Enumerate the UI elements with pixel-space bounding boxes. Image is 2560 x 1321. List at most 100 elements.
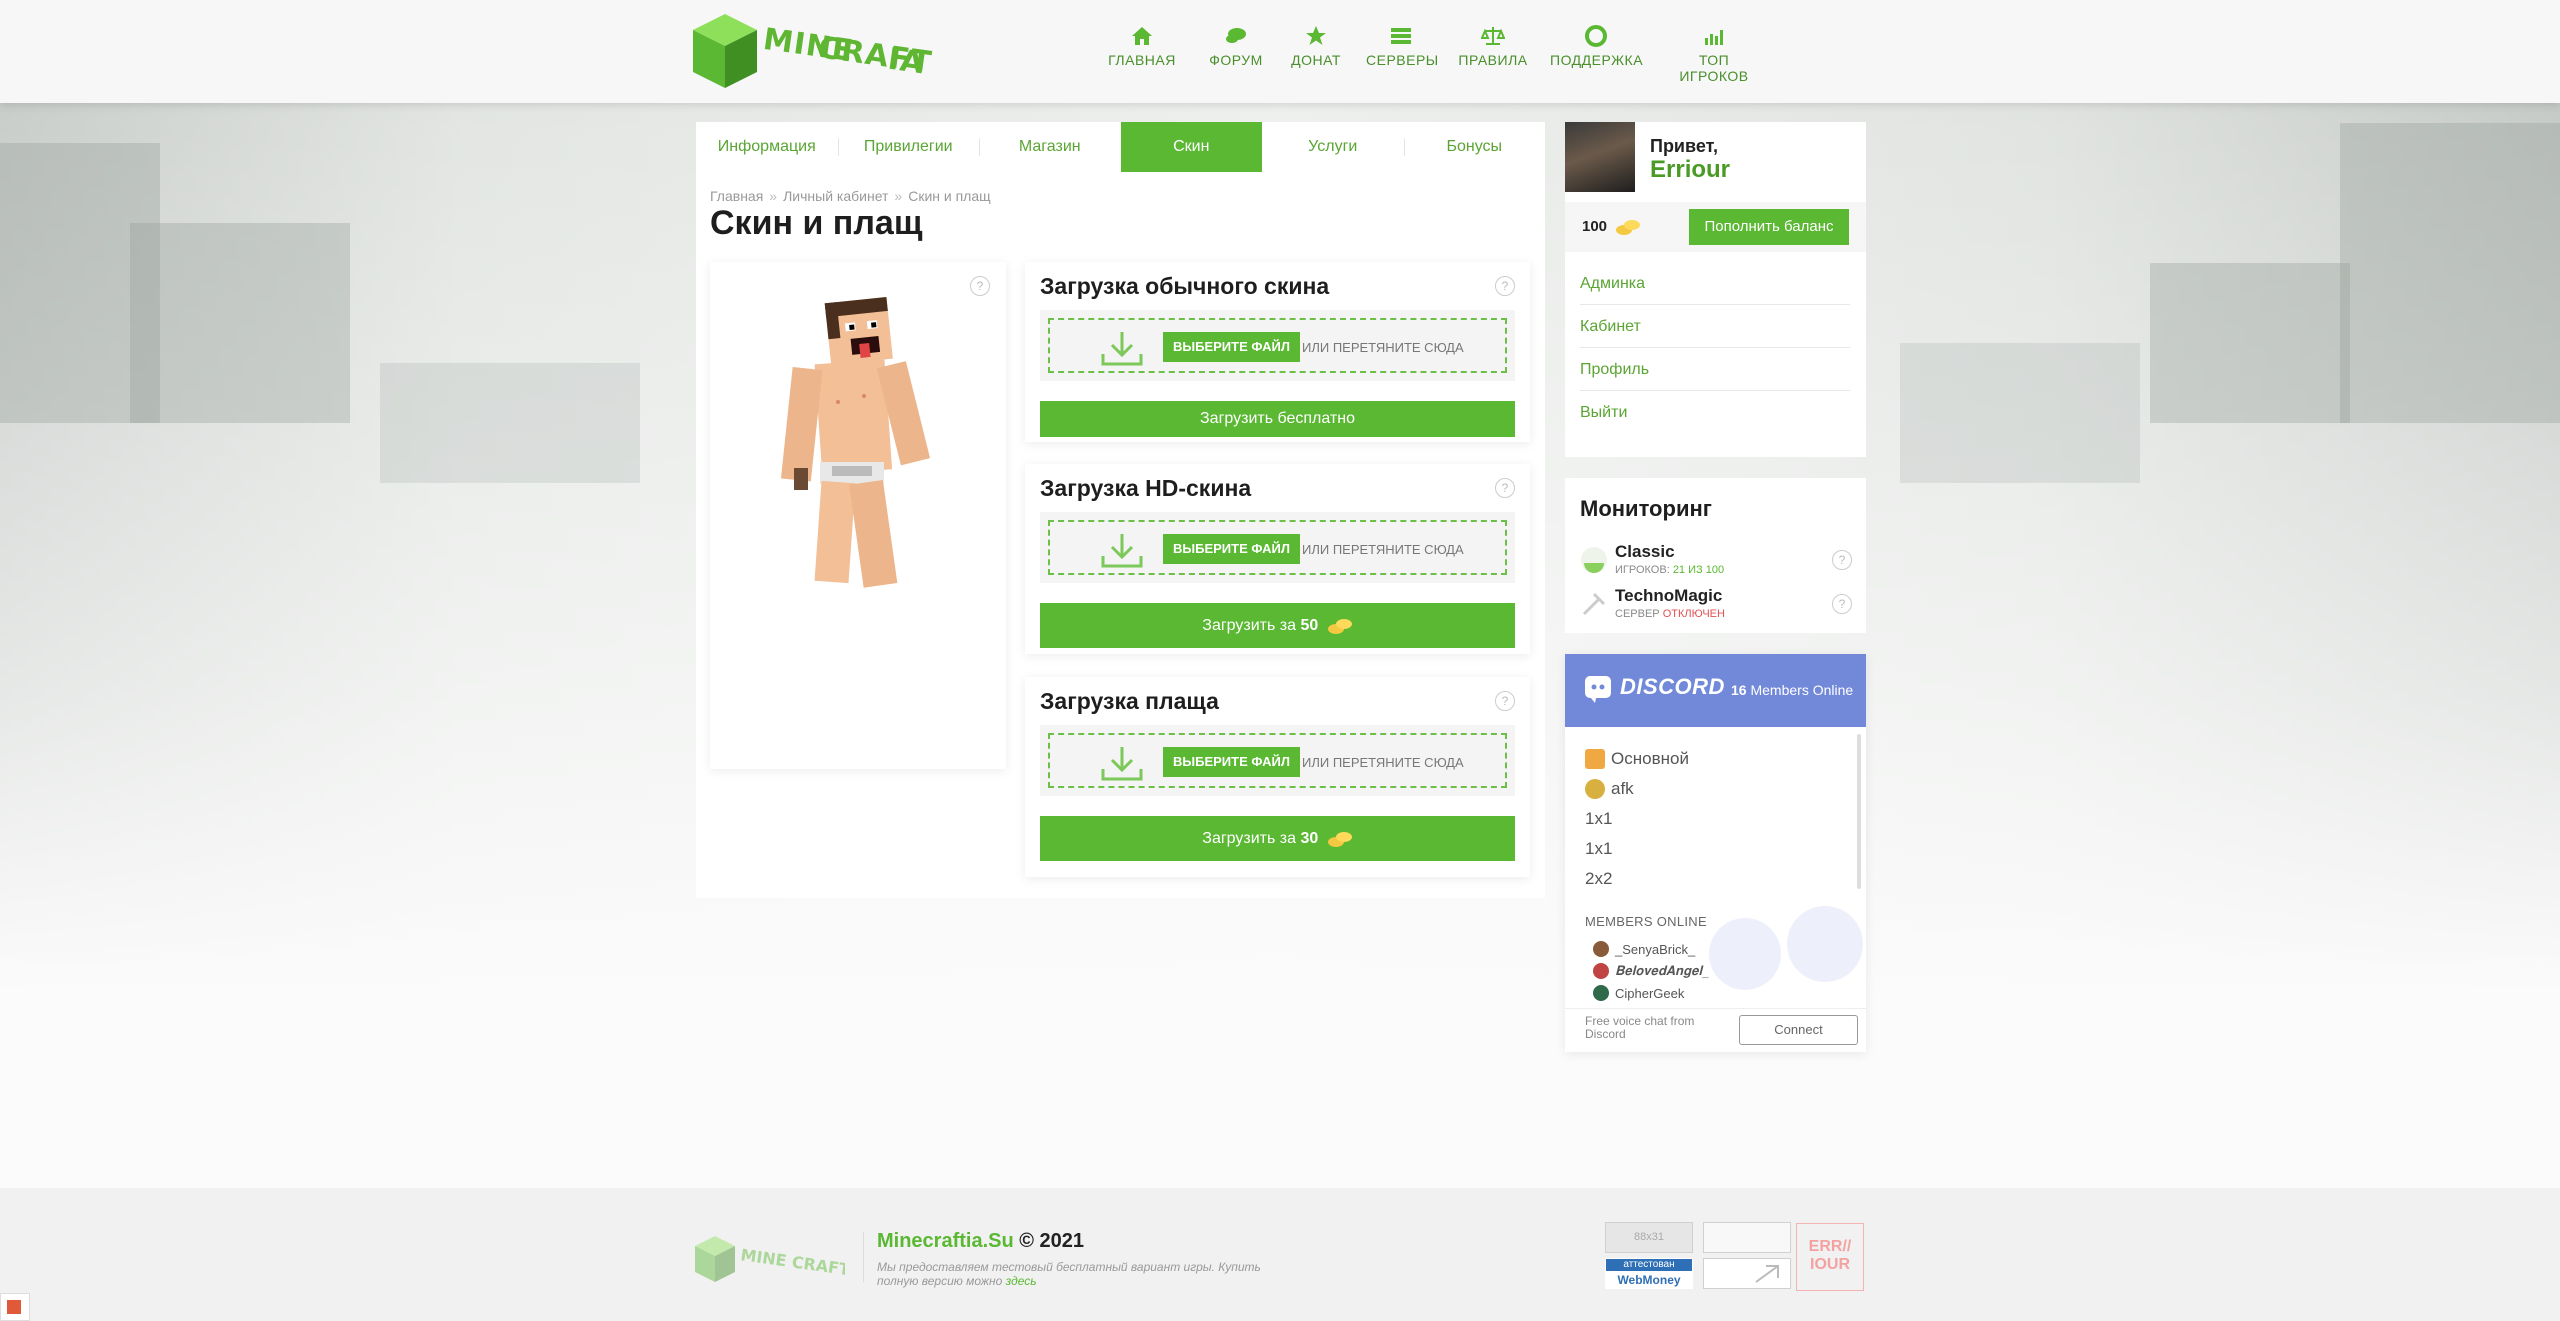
drop-hint: ИЛИ ПЕРЕТЯНИТЕ СЮДА: [1302, 542, 1464, 557]
download-icon: [1101, 534, 1143, 568]
avatar: [1593, 963, 1609, 979]
server-classic[interactable]: Classic ИГРОКОВ: 21 ИЗ 100 ?: [1580, 542, 1855, 582]
upload-cape-button[interactable]: Загрузить за 30: [1040, 816, 1515, 861]
member-item[interactable]: 𝐁𝐞𝐥𝐨𝐯𝐞𝐝𝐀𝐧𝐠𝐞𝐥_: [1593, 960, 1709, 982]
corner-widget[interactable]: [0, 1293, 30, 1321]
tab-services[interactable]: Услуги: [1262, 122, 1404, 172]
skin-preview-card: ?: [710, 262, 1006, 769]
help-icon[interactable]: ?: [970, 276, 990, 296]
button-label: Загрузить за: [1202, 830, 1297, 847]
nav-support[interactable]: ПОДДЕРЖКА: [1550, 24, 1643, 84]
help-icon[interactable]: ?: [1832, 594, 1852, 614]
tab-shop[interactable]: Магазин: [979, 122, 1121, 172]
balance-row: 100 Пополнить баланс: [1565, 202, 1866, 252]
footer-logo[interactable]: MINE CRAFT IA: [695, 1234, 845, 1286]
upload-cape-card: Загрузка плаща ? ВЫБЕРИТЕ ФАЙЛ ИЛИ ПЕРЕТ…: [1025, 677, 1530, 877]
nav-servers[interactable]: СЕРВЕРЫ: [1366, 24, 1438, 84]
logo-text-3: IA: [885, 41, 927, 82]
discord-logo-text: DISCORD: [1620, 674, 1725, 699]
discord-online: 16 Members Online: [1731, 682, 1854, 698]
upload-hd-button[interactable]: Загрузить за 50: [1040, 603, 1515, 648]
page-title: Скин и плащ: [710, 204, 923, 242]
counter-badge[interactable]: 88x31: [1605, 1222, 1693, 1253]
channel-item[interactable]: 1x1: [1585, 834, 1689, 864]
webmoney-badge[interactable]: аттестован WebMoney: [1605, 1258, 1693, 1289]
grass-cube-icon: [693, 14, 757, 88]
star-icon: [1306, 26, 1326, 45]
coins-icon: [1327, 618, 1352, 634]
menu-profile[interactable]: Профиль: [1580, 348, 1850, 391]
footer-site-name[interactable]: Minecraftia.Su: [877, 1230, 1014, 1252]
nav-donate[interactable]: ДОНАТ: [1288, 24, 1344, 84]
discord-members: _SenyaBrick_ 𝐁𝐞𝐥𝐨𝐯𝐞𝐝𝐀𝐧𝐠𝐞𝐥_ CipherGeek: [1593, 938, 1709, 1004]
scales-icon: [1480, 27, 1506, 45]
upload-free-button[interactable]: Загрузить бесплатно: [1040, 401, 1515, 437]
avatar[interactable]: [1565, 122, 1635, 192]
counter-badge-2[interactable]: [1703, 1222, 1791, 1253]
nav-rules[interactable]: ПРАВИЛА: [1458, 24, 1528, 84]
nav-label: ГЛАВНАЯ: [1108, 52, 1176, 68]
upload-skin-card: Загрузка обычного скина ? ВЫБЕРИТЕ ФАЙЛ …: [1025, 262, 1530, 442]
skin-preview-image: [780, 296, 930, 588]
monitoring-card: Мониторинг Classic ИГРОКОВ: 21 ИЗ 100 ? …: [1565, 478, 1866, 633]
choose-file-button[interactable]: ВЫБЕРИТЕ ФАЙЛ: [1163, 534, 1300, 564]
upload-title: Загрузка обычного скина: [1040, 273, 1330, 299]
member-item[interactable]: CipherGeek: [1593, 982, 1709, 1004]
help-icon[interactable]: ?: [1495, 478, 1515, 498]
profile-menu: Админка Кабинет Профиль Выйти: [1580, 262, 1850, 434]
tab-privileges[interactable]: Привилегии: [837, 122, 980, 172]
price: 30: [1300, 830, 1319, 847]
topup-button[interactable]: Пополнить баланс: [1689, 209, 1849, 245]
help-icon[interactable]: ?: [1495, 691, 1515, 711]
skin-dropzone[interactable]: ВЫБЕРИТЕ ФАЙЛ ИЛИ ПЕРЕТЯНИТЕ СЮДА: [1040, 310, 1515, 381]
drop-hint: ИЛИ ПЕРЕТЯНИТЕ СЮДА: [1302, 755, 1464, 770]
menu-cabinet[interactable]: Кабинет: [1580, 305, 1850, 348]
channel-item[interactable]: 2x2: [1585, 864, 1689, 894]
scrollbar[interactable]: [1857, 734, 1861, 889]
nav-label: ТОП ИГРОКОВ: [1679, 52, 1749, 84]
discord-footer: Free voice chat from Discord Connect: [1565, 1008, 1866, 1052]
channel-item[interactable]: 1x1: [1585, 804, 1689, 834]
breadcrumb-home[interactable]: Главная: [710, 188, 763, 204]
footer-link[interactable]: здесь: [1006, 1274, 1037, 1288]
home-icon: [1132, 27, 1152, 45]
lifebuoy-icon: [1585, 25, 1607, 47]
upload-title: Загрузка плаща: [1040, 688, 1219, 714]
arrow-badge[interactable]: [1703, 1258, 1791, 1289]
coins-icon: [1327, 831, 1352, 847]
breadcrumb-cabinet[interactable]: Личный кабинет: [783, 188, 888, 204]
footer-description: Мы предоставляем тестовый бесплатный вар…: [877, 1260, 1261, 1288]
tab-skin[interactable]: Скин: [1120, 122, 1262, 172]
help-icon[interactable]: ?: [1832, 550, 1852, 570]
nav-home[interactable]: ГЛАВНАЯ: [1100, 24, 1184, 84]
nav-top-players[interactable]: ТОП ИГРОКОВ: [1664, 24, 1764, 84]
developer-badge[interactable]: ERR//IOUR: [1796, 1223, 1864, 1291]
menu-admin[interactable]: Админка: [1580, 262, 1850, 305]
breadcrumb-current: Скин и плащ: [908, 188, 991, 204]
balance-amount: 100: [1582, 218, 1608, 235]
nav-label: ПРАВИЛА: [1458, 52, 1528, 68]
menu-logout[interactable]: Выйти: [1580, 391, 1850, 434]
nav-forum[interactable]: ФОРУМ: [1206, 24, 1266, 84]
member-item[interactable]: _SenyaBrick_: [1593, 938, 1709, 960]
help-icon[interactable]: ?: [1495, 276, 1515, 296]
choose-file-button[interactable]: ВЫБЕРИТЕ ФАЙЛ: [1163, 747, 1300, 777]
tab-info[interactable]: Информация: [696, 122, 838, 172]
server-name: Classic: [1615, 542, 1675, 561]
footer-divider: [863, 1232, 864, 1282]
main-card: Информация Привилегии Магазин Скин Услуг…: [696, 122, 1545, 898]
breadcrumb: Главная » Личный кабинет » Скин и плащ: [710, 188, 991, 204]
footer-site: Minecraftia.Su © 2021: [877, 1230, 1084, 1253]
hd-skin-dropzone[interactable]: ВЫБЕРИТЕ ФАЙЛ ИЛИ ПЕРЕТЯНИТЕ СЮДА: [1040, 512, 1515, 583]
choose-file-button[interactable]: ВЫБЕРИТЕ ФАЙЛ: [1163, 332, 1300, 362]
drop-hint: ИЛИ ПЕРЕТЯНИТЕ СЮДА: [1302, 340, 1464, 355]
connect-button[interactable]: Connect: [1739, 1015, 1858, 1045]
tab-bonuses[interactable]: Бонусы: [1403, 122, 1546, 172]
site-logo[interactable]: MINE CRAFT IA: [693, 14, 934, 88]
channel-item[interactable]: afk: [1585, 774, 1689, 804]
nav-label: ФОРУМ: [1209, 52, 1263, 68]
server-technomagic[interactable]: TechnoMagic СЕРВЕР ОТКЛЮЧЕН ?: [1580, 586, 1855, 626]
channel-item[interactable]: Основной: [1585, 744, 1689, 774]
main-nav: ГЛАВНАЯ ФОРУМ ДОНАТ СЕРВЕРЫ ПРАВИЛА ПОДД…: [1100, 24, 1764, 84]
cape-dropzone[interactable]: ВЫБЕРИТЕ ФАЙЛ ИЛИ ПЕРЕТЯНИТЕ СЮДА: [1040, 725, 1515, 796]
